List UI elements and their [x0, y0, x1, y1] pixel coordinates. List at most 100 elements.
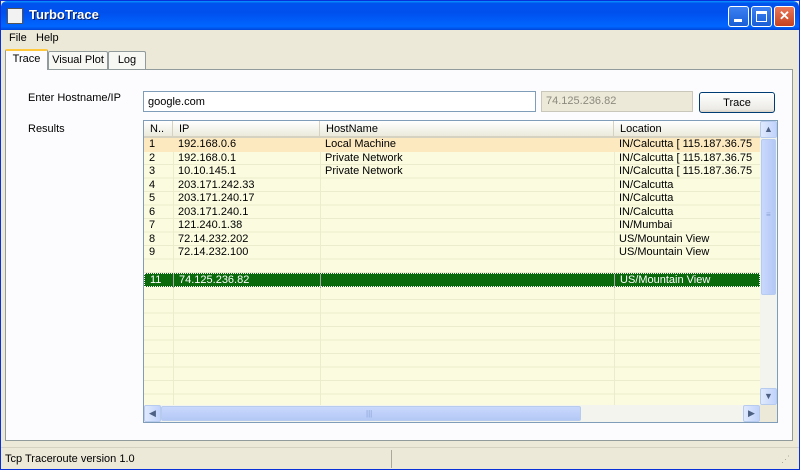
title-bar[interactable]: TurboTrace ✕ [1, 1, 799, 30]
trace-panel: Enter Hostname/IP 74.125.236.82 Trace Re… [5, 69, 793, 441]
hostname-label: Enter Hostname/IP [28, 92, 121, 104]
table-row[interactable]: 2 192.168.0.1 Private Network IN/Calcutta [… [144, 152, 760, 166]
cell-hostname: Private Network [325, 165, 403, 177]
table-row[interactable]: 5 203.171.240.17 IN/Calcutta [144, 192, 760, 206]
chevron-down-icon: ▼ [764, 391, 773, 401]
minimize-button[interactable] [728, 6, 749, 27]
app-icon [7, 8, 23, 24]
status-bar: Tcp Traceroute version 1.0 ⋰ [1, 447, 799, 469]
cell-ip: 192.168.0.6 [178, 138, 237, 150]
scrollbar-corner [760, 405, 777, 422]
vertical-scrollbar[interactable]: ▲ ≡ ▼ [760, 121, 777, 405]
maximize-icon [756, 11, 767, 22]
table-row[interactable] [144, 260, 760, 274]
status-text: Tcp Traceroute version 1.0 [5, 453, 135, 465]
cell-number: 9 [149, 246, 156, 258]
grid-header: N.. IP HostName Location [144, 121, 760, 138]
cell-hostname [320, 179, 614, 193]
tab-visual-plot[interactable]: Visual Plot [48, 51, 108, 69]
cell-ip: 72.14.232.202 [178, 232, 249, 245]
cell-number [144, 260, 173, 274]
grid-body: 1 192.168.0.6 Local Machine IN/Calcutta [ 1… [144, 138, 760, 405]
table-row[interactable]: 4 203.171.242.33 IN/Calcutta [144, 179, 760, 193]
cell-hostname [320, 246, 614, 260]
scroll-right-button[interactable]: ▶ [743, 405, 760, 422]
menu-file[interactable]: File [9, 32, 27, 44]
horizontal-scrollbar[interactable]: ◀ ||| ▶ [144, 405, 760, 422]
cell-ip: 203.171.242.33 [178, 178, 255, 191]
scroll-left-button[interactable]: ◀ [144, 405, 161, 422]
tab-trace[interactable]: Trace [5, 49, 48, 70]
tab-log[interactable]: Log [108, 51, 146, 69]
table-row[interactable]: 9 72.14.232.100 US/Mountain View [144, 246, 760, 260]
cell-hostname [321, 274, 615, 288]
cell-ip: 74.125.236.82 [174, 274, 321, 288]
table-row[interactable]: 8 72.14.232.202 US/Mountain View [144, 233, 760, 247]
results-grid[interactable]: N.. IP HostName Location 1 192.168.0.6 Loc… [143, 120, 778, 423]
cell-number: 7 [149, 219, 156, 231]
cell-location: IN/Calcutta [619, 192, 674, 204]
cell-ip: 203.171.240.17 [178, 192, 255, 204]
cell-ip: 72.14.232.100 [178, 246, 249, 258]
cell-location: IN/Calcutta [619, 178, 674, 191]
cell-number: 11 [145, 274, 174, 288]
maximize-button[interactable] [751, 6, 772, 27]
chevron-up-icon: ▲ [764, 124, 773, 134]
column-header-location[interactable]: Location [614, 121, 760, 138]
horizontal-scroll-thumb[interactable]: ||| [161, 406, 581, 421]
cell-number: 6 [149, 205, 156, 218]
resize-grip-icon[interactable]: ⋰ [781, 454, 790, 465]
table-row[interactable]: 11 74.125.236.82 US/Mountain View [144, 273, 760, 288]
trace-button[interactable]: Trace [699, 92, 775, 113]
table-row[interactable]: 7 121.240.1.38 IN/Mumbai [144, 219, 760, 233]
scroll-down-button[interactable]: ▼ [760, 388, 777, 405]
cell-hostname [320, 219, 614, 233]
cell-location: US/Mountain View [615, 274, 760, 288]
cell-number: 4 [149, 178, 156, 191]
menu-bar: File Help [1, 30, 799, 47]
cell-location: IN/Mumbai [619, 219, 673, 231]
resolved-ip-field: 74.125.236.82 [541, 91, 693, 112]
cell-number: 8 [149, 232, 156, 245]
table-row[interactable]: 3 10.10.145.1 Private Network IN/Calcutta [… [144, 165, 760, 179]
close-icon: ✕ [779, 8, 790, 23]
cell-ip: 121.240.1.38 [178, 219, 243, 231]
cell-ip: 192.168.0.1 [178, 151, 237, 164]
cell-location: IN/Calcutta [ 115.187.36.75 [619, 151, 753, 164]
cell-location: IN/Calcutta [619, 205, 674, 218]
menu-help[interactable]: Help [36, 32, 59, 44]
cell-hostname: Local Machine [325, 138, 396, 150]
cell-number: 5 [149, 192, 156, 204]
cell-hostname [320, 206, 614, 220]
cell-hostname [320, 260, 614, 274]
grip-icon: ||| [366, 409, 373, 418]
hostname-input[interactable] [143, 91, 536, 112]
app-window: TurboTrace ✕ File Help Trace Visual Plot… [0, 0, 800, 470]
column-header-hostname[interactable]: HostName [320, 121, 614, 138]
cell-number: 3 [149, 165, 156, 177]
cell-ip: 203.171.240.1 [178, 205, 249, 218]
table-row[interactable]: 1 192.168.0.6 Local Machine IN/Calcutta [ 1… [144, 138, 760, 152]
cell-number: 2 [149, 151, 156, 164]
status-divider [391, 450, 392, 468]
cell-hostname [320, 192, 614, 206]
scroll-up-button[interactable]: ▲ [760, 121, 777, 138]
minimize-icon [734, 19, 742, 22]
chevron-right-icon: ▶ [748, 408, 755, 418]
cell-location [614, 260, 760, 274]
chevron-left-icon: ◀ [149, 408, 156, 418]
cell-number: 1 [149, 138, 156, 150]
column-header-ip[interactable]: IP [173, 121, 320, 138]
cell-location: US/Mountain View [619, 232, 710, 245]
close-button[interactable]: ✕ [774, 6, 795, 27]
results-label: Results [28, 123, 65, 135]
table-row[interactable]: 6 203.171.240.1 IN/Calcutta [144, 206, 760, 220]
cell-ip [173, 260, 320, 274]
vertical-scroll-thumb[interactable]: ≡ [761, 139, 776, 295]
window-title: TurboTrace [29, 7, 99, 22]
cell-hostname: Private Network [325, 151, 403, 164]
column-header-number[interactable]: N.. [144, 121, 173, 138]
cell-location: IN/Calcutta [ 115.187.36.75 [619, 165, 753, 177]
cell-location: IN/Calcutta [ 115.187.36.75 [619, 138, 753, 150]
grip-icon: ≡ [766, 210, 771, 219]
